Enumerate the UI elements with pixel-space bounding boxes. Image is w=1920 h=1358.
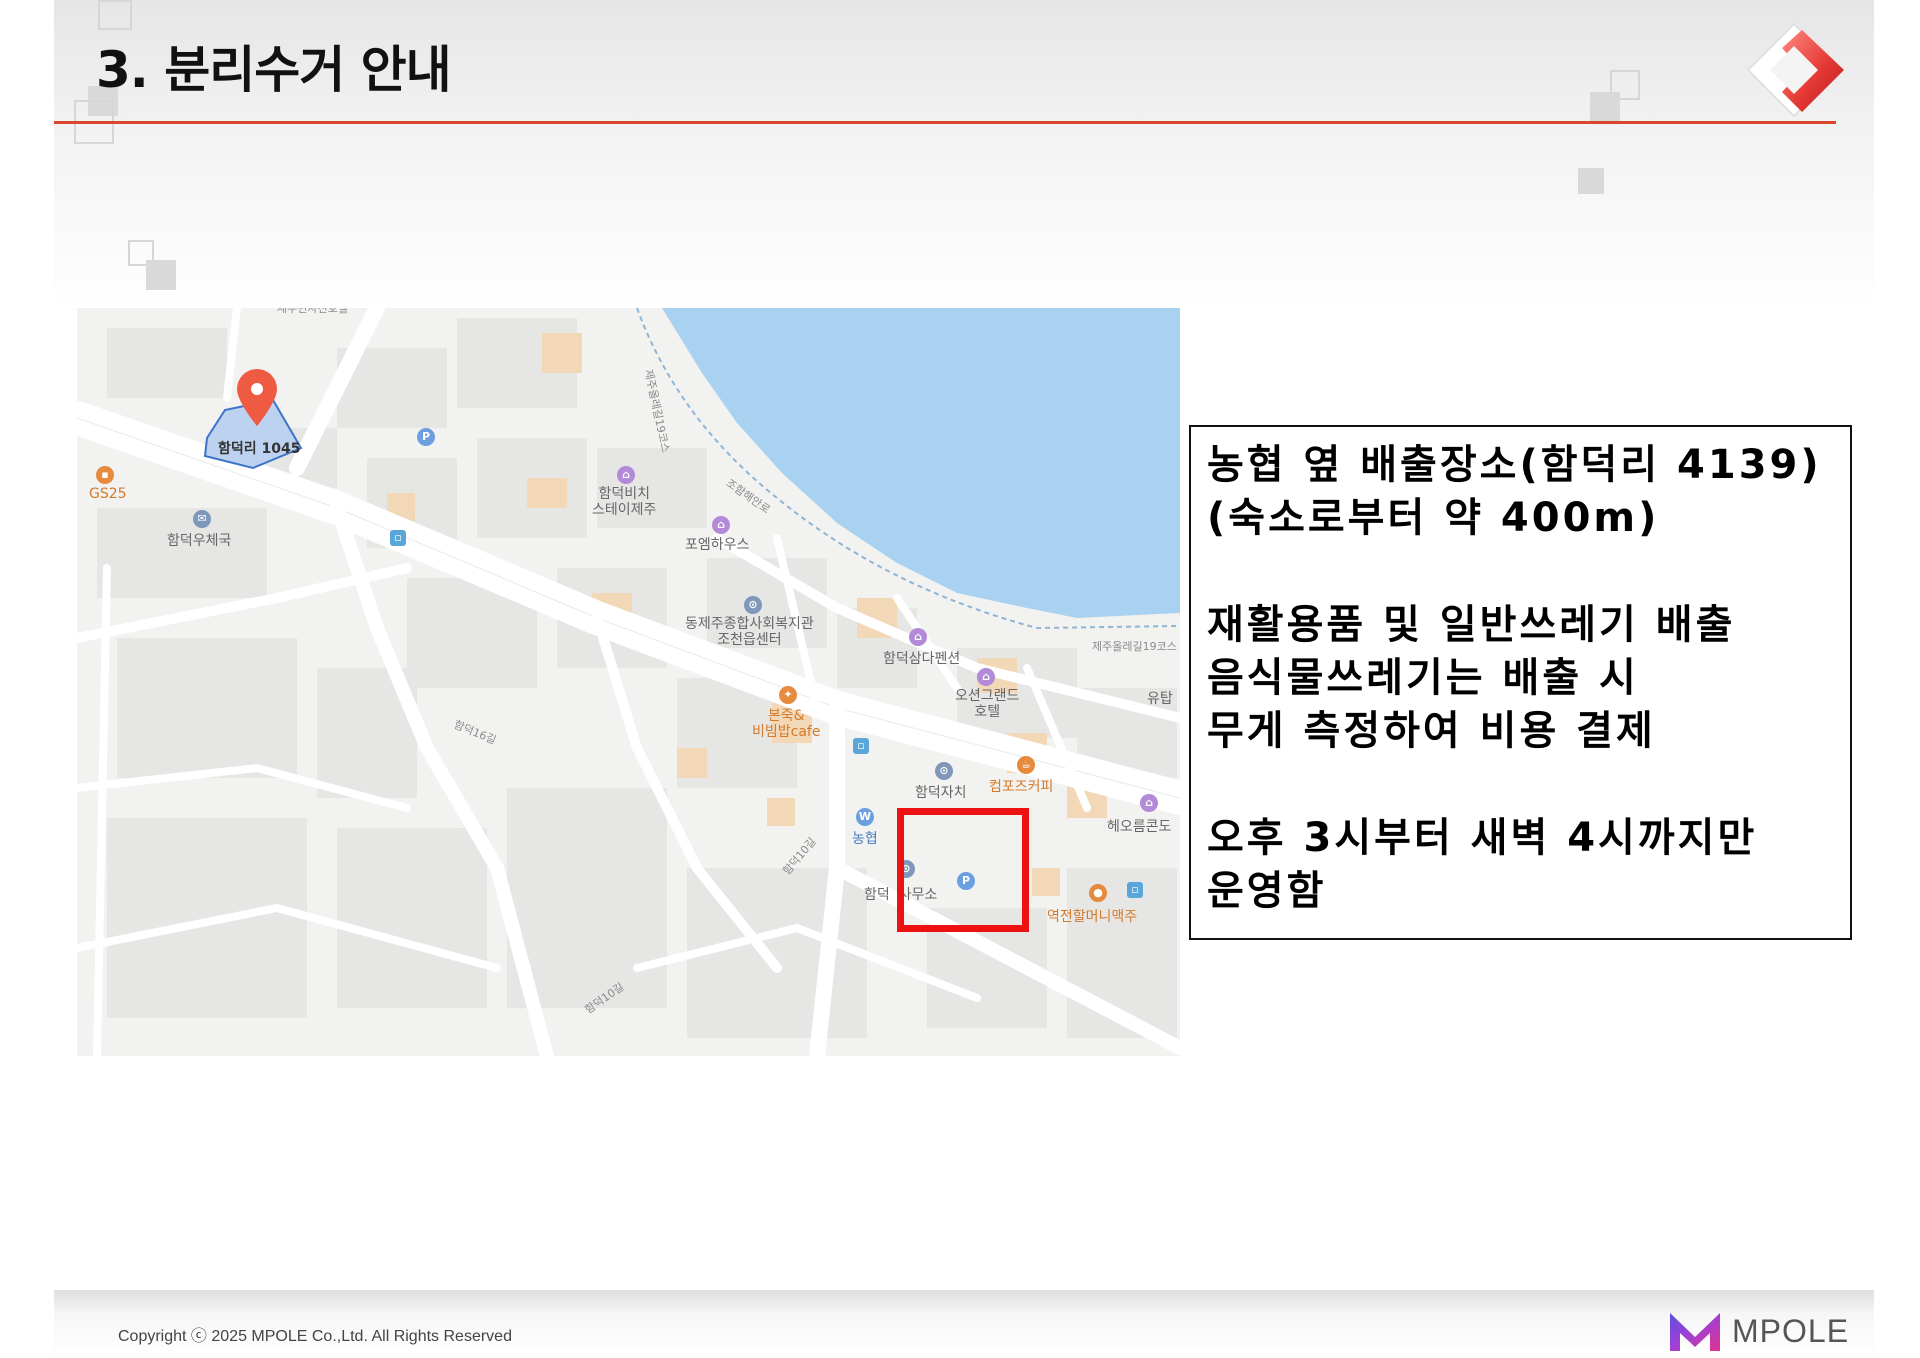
deco-square xyxy=(1590,92,1620,122)
map-label: 농협 xyxy=(852,831,878,847)
cafe-icon: ☕ xyxy=(1017,756,1035,774)
map-label: 역전할머니맥주 xyxy=(1047,909,1138,925)
bus-stop-icon: ▫ xyxy=(853,738,869,754)
restaurant-icon: ✦ xyxy=(779,686,797,704)
info-line: 농협 옆 배출장소(함덕리 4139) xyxy=(1207,442,1822,488)
bus-stop-icon: ▫ xyxy=(1127,882,1143,898)
map-label: 함덕삼다펜션 xyxy=(883,651,961,667)
deco-square xyxy=(1578,168,1604,194)
lodging-icon: ⌂ xyxy=(909,628,927,646)
map-label: 함덕비치 스테이제주 xyxy=(592,486,657,518)
mpole-m-icon xyxy=(1670,1313,1720,1351)
lodging-icon: ⌂ xyxy=(1140,794,1158,812)
map-image: ▪ ✉ P ▫ ⌂ ⌂ ⊙ ⌂ ⌂ ✦ ▫ ☕ ⊙ W ⌂ ⊙ P ● ▫ 제주… xyxy=(77,308,1180,1056)
parking-icon: P xyxy=(417,428,435,446)
map-label: 제주민사진호텔 xyxy=(277,308,348,315)
page-title: 3. 분리수거 안내 xyxy=(96,41,452,99)
disposal-site-highlight xyxy=(897,808,1029,932)
map-label-pin: 함덕리 1045 xyxy=(218,441,301,457)
info-box: 농협 옆 배출장소(함덕리 4139) (숙소로부터 약 400m) 재활용품 … xyxy=(1189,425,1852,940)
info-line: 무게 측정하여 비용 결제 xyxy=(1207,708,1656,754)
mpole-brand-text: MPOLE xyxy=(1732,1312,1850,1349)
deco-square xyxy=(98,0,132,30)
map-label: 함덕우체국 xyxy=(167,533,232,549)
map-label: 컴포즈커피 xyxy=(989,779,1054,795)
location-pin-icon xyxy=(237,369,277,426)
lodging-icon: ⌂ xyxy=(712,516,730,534)
info-line: 음식물쓰레기는 배출 시 xyxy=(1207,655,1639,701)
map-label: 헤오름콘도 xyxy=(1107,819,1172,835)
map-label: 유탑 xyxy=(1147,691,1173,707)
lodging-icon: ⌂ xyxy=(617,466,635,484)
post-office-icon: ✉ xyxy=(193,510,211,528)
info-line: 오후 3시부터 새벽 4시까지만 xyxy=(1207,815,1758,861)
map-label: 제주올레길19코스 xyxy=(1092,640,1177,653)
bank-icon: W xyxy=(856,808,874,826)
map-label: 포엠하우스 xyxy=(685,537,750,553)
deco-square xyxy=(146,260,176,290)
info-line: 재활용품 및 일반쓰레기 배출 xyxy=(1207,602,1736,648)
hotel-icon: ⌂ xyxy=(977,668,995,686)
info-line: 운영함 xyxy=(1207,868,1327,914)
map-label: 동제주종합사회복지관 조천읍센터 xyxy=(685,616,814,648)
map-label: GS25 xyxy=(89,486,127,502)
map-label: 오션그랜드 호텔 xyxy=(955,688,1020,720)
title-divider xyxy=(54,121,1836,124)
red-diamond-logo-icon xyxy=(1748,22,1844,118)
info-line: (숙소로부터 약 400m) xyxy=(1207,495,1660,541)
pub-icon: ● xyxy=(1089,884,1107,902)
public-facility-icon: ⊙ xyxy=(744,596,762,614)
copyright-text: Copyright ⓒ 2025 MPOLE Co.,Ltd. All Righ… xyxy=(118,1328,512,1345)
convenience-store-icon: ▪ xyxy=(96,466,114,484)
map-label: 본죽& 비빔밥cafe xyxy=(752,708,821,740)
public-facility-icon: ⊙ xyxy=(935,762,953,780)
mpole-brand-logo: MPOLE xyxy=(1666,1306,1849,1356)
bus-stop-icon: ▫ xyxy=(390,530,406,546)
map-label: 함덕자치 xyxy=(915,785,967,801)
